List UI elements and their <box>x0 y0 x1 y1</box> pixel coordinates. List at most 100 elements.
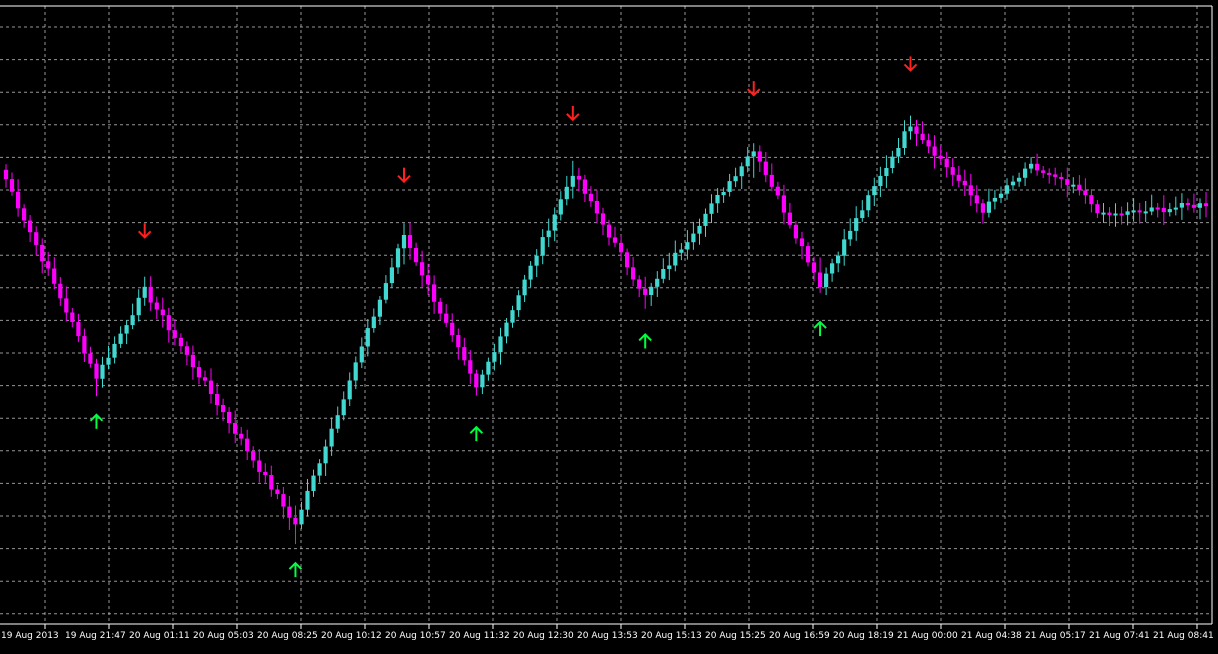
candle-body <box>914 126 919 134</box>
x-tick-label: 21 Aug 00:00 <box>897 631 958 641</box>
candle-body <box>311 475 316 491</box>
chart-area: 19 Aug 2013 19 Aug 21:47 20 Aug 01:11 20 Au… <box>0 0 1218 650</box>
candle-body <box>498 336 503 353</box>
candle-body <box>528 265 533 280</box>
candle-body <box>1095 204 1100 214</box>
candle-body <box>299 509 304 525</box>
candle-body <box>221 405 226 413</box>
x-tick-label: 20 Aug 18:19 <box>833 631 894 641</box>
candle-body <box>522 279 527 296</box>
candle-body <box>88 353 93 364</box>
x-tick-label: 19 Aug 21:47 <box>65 631 126 641</box>
candle-body <box>52 268 57 284</box>
candle-body <box>980 203 985 213</box>
candle-body <box>100 364 105 379</box>
candle-body <box>655 278 660 287</box>
candle-body <box>287 506 292 518</box>
candle-body <box>1077 184 1082 191</box>
candle-body <box>697 225 702 234</box>
candle-body <box>160 309 165 316</box>
candle-body <box>1119 213 1124 216</box>
candle-body <box>208 380 214 394</box>
candle-body <box>166 315 171 331</box>
candle-body <box>763 161 768 175</box>
candle-body <box>842 239 847 256</box>
candle-body <box>172 330 177 338</box>
candle-body <box>329 428 334 447</box>
candle-body <box>625 252 630 268</box>
candle-body <box>480 374 485 388</box>
candle-body <box>854 218 859 231</box>
candle-body <box>643 288 648 295</box>
candle-body <box>1149 207 1154 212</box>
candle-body <box>516 295 521 311</box>
candle-body <box>781 195 786 213</box>
candlestick-chart: 19 Aug 2013 19 Aug 21:47 20 Aug 01:11 20 Au… <box>0 0 1218 650</box>
candle-body <box>190 354 195 368</box>
candle-body <box>1113 213 1118 216</box>
candle-body <box>1101 212 1106 215</box>
candle-body <box>1053 174 1058 177</box>
candle-body <box>34 232 39 245</box>
candle-body <box>637 279 642 289</box>
candle-body <box>239 433 244 439</box>
candle-body <box>1029 163 1034 169</box>
x-tick-label: 20 Aug 01:11 <box>129 631 190 641</box>
candle-body <box>76 322 81 337</box>
candle-body <box>46 261 51 269</box>
chart-background <box>0 0 1218 650</box>
candle-body <box>1173 207 1178 210</box>
candle-body <box>154 302 159 310</box>
candle-body <box>196 367 202 378</box>
candle-body <box>739 166 744 177</box>
x-tick-label: 20 Aug 08:25 <box>257 631 318 641</box>
candle-body <box>1089 195 1094 205</box>
candle-body <box>612 237 618 243</box>
candle-body <box>22 208 27 221</box>
candle-body <box>64 298 69 313</box>
candle-body <box>1131 210 1136 213</box>
candle-body <box>215 394 220 405</box>
candle-body <box>82 336 87 354</box>
candle-body <box>178 337 183 347</box>
x-tick-label: 20 Aug 15:25 <box>705 631 766 641</box>
candle-body <box>1107 212 1112 215</box>
candle-body <box>564 186 569 200</box>
candle-body <box>950 167 955 175</box>
candle-body <box>275 489 280 495</box>
candle-body <box>757 151 762 162</box>
candle-body <box>649 286 654 295</box>
candle-body <box>263 471 268 475</box>
candle-body <box>1010 181 1016 186</box>
candle-body <box>401 235 407 249</box>
candle-body <box>1059 176 1064 179</box>
candle-body <box>1179 203 1184 208</box>
candle-body <box>932 146 937 156</box>
candle-body <box>920 133 925 141</box>
candle-body <box>926 140 931 147</box>
candle-body <box>1161 207 1166 213</box>
candle-body <box>9 179 15 192</box>
candle-body <box>588 193 593 201</box>
candle-body <box>818 272 823 287</box>
candle-body <box>848 230 853 240</box>
candle-body <box>335 415 340 429</box>
candle-body <box>1203 203 1209 207</box>
x-tick-label: 21 Aug 04:38 <box>961 631 1022 641</box>
candle-body <box>365 328 370 347</box>
candle-body <box>811 262 817 273</box>
candle-body <box>3 169 9 180</box>
candle-body <box>371 316 376 329</box>
candle-body <box>136 297 141 316</box>
candle-body <box>130 315 135 326</box>
candle-body <box>148 286 153 303</box>
candle-body <box>896 148 901 157</box>
candle-body <box>474 373 479 388</box>
candle-body <box>202 377 208 381</box>
candle-body <box>787 212 792 225</box>
candle-body <box>956 174 961 181</box>
candle-body <box>1023 168 1028 178</box>
candle-body <box>974 195 979 204</box>
candle-body <box>769 174 774 187</box>
candle-body <box>407 235 413 248</box>
